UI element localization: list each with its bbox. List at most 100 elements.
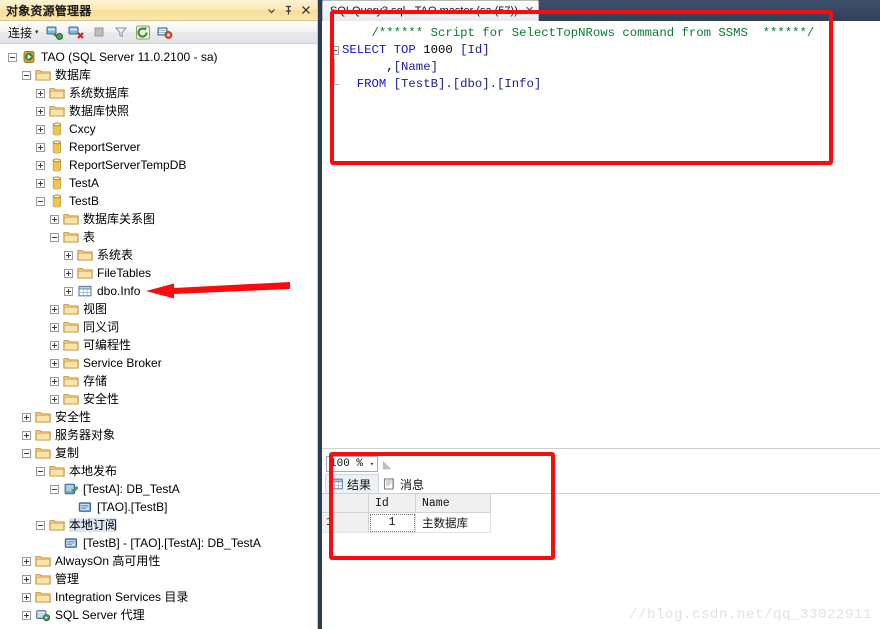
- pin-icon[interactable]: [280, 2, 297, 19]
- collapse-icon[interactable]: [22, 70, 31, 80]
- table-cell[interactable]: 1: [368, 512, 416, 533]
- tree-node[interactable]: 视图: [0, 300, 317, 318]
- tree-node[interactable]: TAO (SQL Server 11.0.2100 - sa): [0, 48, 317, 66]
- results-tab-messages[interactable]: 消息: [379, 475, 431, 493]
- expand-icon[interactable]: [22, 430, 31, 440]
- connect-button[interactable]: 连接 ▾: [4, 23, 43, 42]
- expand-icon[interactable]: [36, 160, 45, 170]
- panel-dropdown-icon[interactable]: [263, 2, 280, 19]
- collapse-icon[interactable]: [36, 196, 45, 206]
- tab-close-icon[interactable]: ✕: [525, 5, 534, 17]
- stop-icon[interactable]: [89, 23, 109, 42]
- collapse-icon[interactable]: [50, 232, 59, 242]
- expand-icon[interactable]: [50, 340, 59, 350]
- expand-icon[interactable]: [36, 178, 45, 188]
- expand-icon[interactable]: [36, 88, 45, 98]
- expand-icon[interactable]: [64, 250, 73, 260]
- expand-icon[interactable]: [22, 412, 31, 422]
- tree-node[interactable]: SQL Server 代理: [0, 606, 317, 624]
- fold-collapse-icon[interactable]: [326, 42, 342, 59]
- expand-icon[interactable]: [22, 610, 31, 620]
- tree-node[interactable]: 数据库快照: [0, 102, 317, 120]
- tree-node[interactable]: ReportServer: [0, 138, 317, 156]
- database-icon: [49, 194, 65, 208]
- column-header[interactable]: Name: [415, 494, 491, 513]
- tree-node[interactable]: FileTables: [0, 264, 317, 282]
- expand-icon[interactable]: [50, 394, 59, 404]
- tab-label: SQLQuery3.sql - TAO.master (sa (57)): [330, 5, 518, 17]
- tree-node[interactable]: 复制: [0, 444, 317, 462]
- code-token: SELECT TOP: [342, 43, 424, 57]
- expand-icon[interactable]: [22, 574, 31, 584]
- expand-icon[interactable]: [22, 556, 31, 566]
- tree-node[interactable]: Service Broker: [0, 354, 317, 372]
- tree-node[interactable]: 安全性: [0, 390, 317, 408]
- tree-node[interactable]: AlwaysOn 高可用性: [0, 552, 317, 570]
- tree-node-label: 本地发布: [69, 464, 118, 478]
- tree-node[interactable]: 系统数据库: [0, 84, 317, 102]
- refresh-icon[interactable]: [133, 23, 153, 42]
- tree-node[interactable]: 管理: [0, 570, 317, 588]
- tree-node[interactable]: ReportServerTempDB: [0, 156, 317, 174]
- gutter-empty: [326, 25, 342, 42]
- expand-icon[interactable]: [50, 358, 59, 368]
- expand-icon[interactable]: [36, 142, 45, 152]
- tree-node[interactable]: Integration Services 目录: [0, 588, 317, 606]
- tree-node[interactable]: [TAO].[TestB]: [0, 498, 317, 516]
- table-cell[interactable]: 主数据库: [415, 512, 491, 533]
- tree-node-label: ReportServer: [69, 140, 141, 154]
- expand-icon[interactable]: [36, 106, 45, 116]
- tree-node[interactable]: 本地发布: [0, 462, 317, 480]
- tree-node[interactable]: 数据库关系图: [0, 210, 317, 228]
- tree-node[interactable]: 存储: [0, 372, 317, 390]
- expand-icon[interactable]: [50, 304, 59, 314]
- close-icon[interactable]: [297, 2, 314, 19]
- collapse-icon[interactable]: [8, 52, 17, 62]
- column-header[interactable]: Id: [368, 494, 416, 513]
- tree-node[interactable]: [TestB] - [TAO].[TestA]: DB_TestA: [0, 534, 317, 552]
- filter-icon[interactable]: [111, 23, 131, 42]
- tree-node[interactable]: 安全性: [0, 408, 317, 426]
- tree-node[interactable]: TestB: [0, 192, 317, 210]
- expand-icon[interactable]: [36, 124, 45, 134]
- disconnect-object-explorer-icon[interactable]: [67, 23, 87, 42]
- expand-icon[interactable]: [50, 214, 59, 224]
- tree-node[interactable]: Cxcy: [0, 120, 317, 138]
- collapse-icon[interactable]: [36, 466, 45, 476]
- tree-node[interactable]: 数据库: [0, 66, 317, 84]
- tree-node[interactable]: 服务器对象: [0, 426, 317, 444]
- results-table[interactable]: Id Name 1 1 主数据库: [322, 494, 491, 533]
- grid-corner-header[interactable]: [322, 494, 369, 513]
- tree-node[interactable]: [TestA]: DB_TestA: [0, 480, 317, 498]
- tree-node[interactable]: 同义词: [0, 318, 317, 336]
- row-number[interactable]: 1: [322, 512, 369, 533]
- expand-icon[interactable]: [50, 322, 59, 332]
- zoom-select[interactable]: 100 % ▾: [326, 456, 378, 472]
- tab-sqlquery3[interactable]: SQLQuery3.sql - TAO.master (sa (57)) ✕: [322, 0, 540, 21]
- sql-editor[interactable]: /****** Script for SelectTopNRows comman…: [322, 21, 880, 449]
- results-tab-results[interactable]: 结果: [325, 474, 380, 493]
- code-token: /****** Script for SelectTopNRows comman…: [371, 26, 815, 40]
- collapse-icon[interactable]: [50, 484, 59, 494]
- folder-icon: [35, 554, 51, 568]
- expand-icon[interactable]: [64, 286, 73, 296]
- connect-object-explorer-icon[interactable]: [45, 23, 65, 42]
- results-tabstrip[interactable]: 结果 消息: [322, 474, 880, 494]
- tree-node[interactable]: 本地订阅: [0, 516, 317, 534]
- expand-icon[interactable]: [64, 268, 73, 278]
- tree-node[interactable]: TestA: [0, 174, 317, 192]
- tree-node[interactable]: 系统表: [0, 246, 317, 264]
- expand-icon[interactable]: [22, 592, 31, 602]
- tree-node[interactable]: dbo.Info: [0, 282, 317, 300]
- subscription-icon: [63, 536, 79, 550]
- sql-server-agent-icon[interactable]: [155, 23, 175, 42]
- expand-icon[interactable]: [50, 376, 59, 386]
- object-explorer-tree[interactable]: TAO (SQL Server 11.0.2100 - sa) 数据库 系统数据库数…: [0, 44, 317, 629]
- table-row[interactable]: 1 1 主数据库: [322, 512, 491, 533]
- tree-node[interactable]: 可编程性: [0, 336, 317, 354]
- tree-node[interactable]: 表: [0, 228, 317, 246]
- collapse-icon[interactable]: [22, 448, 31, 458]
- collapse-icon[interactable]: [36, 520, 45, 530]
- sql-code[interactable]: /****** Script for SelectTopNRows comman…: [322, 25, 880, 93]
